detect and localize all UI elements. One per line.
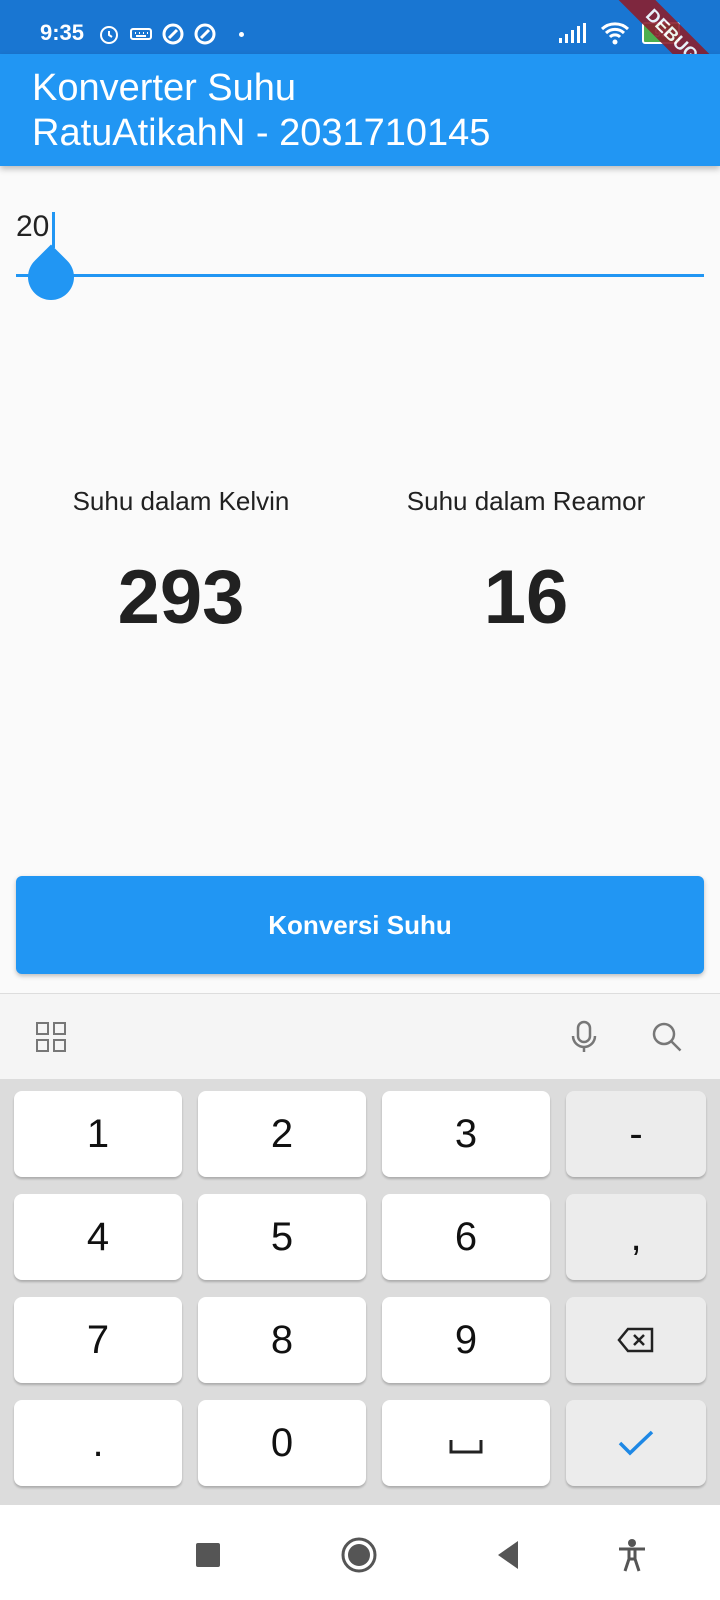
app-subtitle: RatuAtikahN - 2031710145	[32, 112, 491, 154]
system-navigation-bar	[0, 1505, 720, 1600]
temperature-input-value[interactable]: 20	[16, 210, 49, 244]
key-dot[interactable]: .	[14, 1400, 182, 1486]
key-8[interactable]: 8	[198, 1297, 366, 1383]
keyboard-toolbar	[0, 993, 720, 1080]
keyboard-icon	[130, 28, 152, 40]
check-icon	[618, 1430, 654, 1456]
reamur-label: Suhu dalam Reamor	[406, 486, 646, 516]
key-comma[interactable]: ,	[566, 1194, 706, 1280]
key-3[interactable]: 3	[382, 1091, 550, 1177]
space-key[interactable]	[382, 1400, 550, 1486]
app-icon	[162, 23, 184, 45]
key-2[interactable]: 2	[198, 1091, 366, 1177]
mic-icon[interactable]	[567, 1020, 601, 1054]
reamur-value: 16	[483, 555, 569, 640]
search-icon[interactable]	[650, 1020, 684, 1054]
status-notification-icons	[97, 20, 244, 48]
app-title: Konverter Suhu	[32, 67, 297, 109]
key-6[interactable]: 6	[382, 1194, 550, 1280]
accessibility-icon[interactable]	[612, 1535, 652, 1575]
kelvin-label: Suhu dalam Kelvin	[72, 486, 290, 516]
key-1[interactable]: 1	[14, 1091, 182, 1177]
status-time: 9:35	[40, 20, 85, 45]
backspace-key[interactable]	[566, 1297, 706, 1383]
kelvin-result: Suhu dalam Kelvin 293	[31, 486, 331, 643]
selection-handle[interactable]	[18, 244, 84, 310]
wifi-icon	[600, 22, 630, 45]
home-icon[interactable]	[339, 1535, 379, 1575]
key-0[interactable]: 0	[198, 1400, 366, 1486]
status-bar: 9:35 99	[0, 0, 720, 54]
key-4[interactable]: 4	[14, 1194, 182, 1280]
more-notifications-dot	[239, 31, 244, 37]
recent-apps-icon[interactable]	[188, 1535, 228, 1575]
convert-button[interactable]: Konversi Suhu	[16, 876, 704, 974]
key-minus[interactable]: -	[566, 1091, 706, 1177]
temperature-input[interactable]: 20	[16, 204, 704, 310]
text-caret	[52, 212, 55, 248]
app-bar: Konverter Suhu RatuAtikahN - 2031710145	[0, 54, 720, 166]
alarm-icon	[100, 26, 118, 44]
kelvin-value: 293	[117, 555, 245, 640]
done-key[interactable]	[566, 1400, 706, 1486]
key-9[interactable]: 9	[382, 1297, 550, 1383]
key-5[interactable]: 5	[198, 1194, 366, 1280]
back-icon[interactable]	[490, 1535, 530, 1575]
grid-icon[interactable]	[34, 1020, 68, 1054]
input-underline	[16, 274, 704, 277]
signal-icon	[559, 23, 586, 43]
key-7[interactable]: 7	[14, 1297, 182, 1383]
numeric-keyboard: 1 2 3 - 4 5 6 , 7 8 9 . 0	[0, 1079, 720, 1505]
reamur-result: Suhu dalam Reamor 16	[376, 486, 676, 643]
app-icon-2	[194, 23, 216, 45]
backspace-icon	[617, 1327, 654, 1353]
space-icon	[449, 1440, 483, 1454]
